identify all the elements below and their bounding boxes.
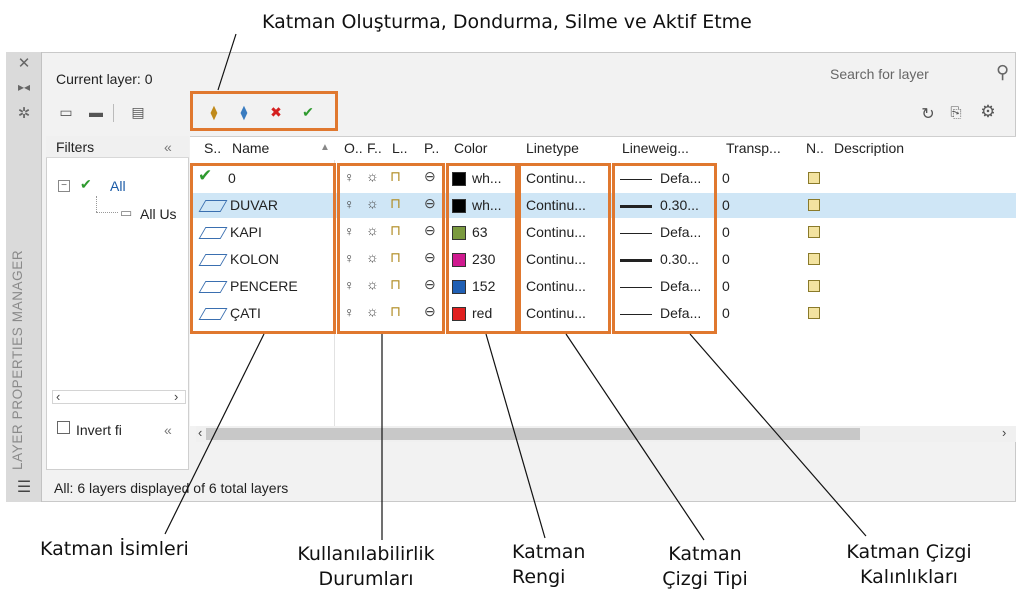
annotation-names: Katman İsimleri [40,538,189,560]
vp-freeze-icon[interactable] [808,199,820,211]
collapse-filters-icon[interactable]: « [164,422,172,438]
transparency[interactable]: 0 [722,305,730,321]
col-description[interactable]: Description [834,140,904,156]
search-input[interactable]: Search for layer [830,66,929,82]
annotation-availability-line2: Durumları [318,567,414,590]
annotation-color-line1: Katman [512,541,586,563]
annotation-lineweight: Katman Çizgi Kalınlıkları [824,540,994,589]
annotation-lineweight-line2: Kalınlıkları [860,565,958,588]
tree-connector-h [96,212,118,214]
palette-title: LAYER PROPERTIES MANAGER [10,249,25,470]
col-lineweight[interactable]: Lineweig... [622,140,689,156]
scrollbar-thumb[interactable] [206,428,860,440]
scroll-right-icon[interactable]: › [1002,425,1006,440]
filters-label: Filters [56,139,95,155]
annotation-availability: Kullanılabilirlik Durumları [266,542,466,591]
refresh-icon[interactable]: ↻ [918,104,938,124]
annotation-linetype-line2: Çizgi Tipi [662,567,748,590]
annotation-linetype-line1: Katman [668,543,742,565]
annotation-lineweight-line1: Katman Çizgi [846,541,972,563]
tree-item-all[interactable]: All [110,178,126,194]
layer-states-manager-icon[interactable]: ▤ [128,104,148,121]
col-freeze[interactable]: F.. [367,140,382,156]
col-on[interactable]: O.. [344,140,363,156]
filters-scrollbar[interactable] [52,390,186,404]
col-name[interactable]: Name [232,140,269,156]
highlight-names [190,163,336,334]
layers-icon: ☰ [16,479,32,496]
col-status[interactable]: S.. [204,140,221,156]
new-group-filter-icon[interactable]: ▬ [86,104,106,120]
highlight-layer-actions [190,91,338,131]
annotation-color-line2: Rengi [512,565,566,588]
col-color[interactable]: Color [454,140,487,156]
tree-connector [96,196,98,212]
current-layer-label: Current layer: 0 [56,71,153,87]
col-linetype[interactable]: Linetype [526,140,579,156]
annotation-linetype: Katman Çizgi Tipi [650,542,760,591]
col-lock[interactable]: L.. [392,140,408,156]
settings-dialog-icon[interactable]: ⎘ [946,104,966,121]
search-icon[interactable]: ⚲ [996,62,1009,83]
vp-freeze-icon[interactable] [808,226,820,238]
highlight-availability [337,163,445,334]
scroll-left-icon[interactable]: ‹ [56,389,60,404]
transparency[interactable]: 0 [722,278,730,294]
status-text: All: 6 layers displayed of 6 total layer… [54,480,289,496]
transparency[interactable]: 0 [722,170,730,186]
col-transparency[interactable]: Transp... [726,140,781,156]
annotation-availability-line1: Kullanılabilirlik [297,543,435,565]
toolbar-separator [113,104,114,122]
collapse-icon[interactable]: « [164,139,172,155]
vp-freeze-icon[interactable] [808,280,820,292]
col-plot[interactable]: P.. [424,140,439,156]
transparency[interactable]: 0 [722,224,730,240]
invert-filter-label: Invert fi [76,422,122,438]
highlight-lineweight [612,163,717,334]
vp-freeze-icon[interactable] [808,307,820,319]
col-new-vp-freeze[interactable]: N.. [806,140,824,156]
scroll-right-icon[interactable]: › [174,389,178,404]
properties-icon[interactable]: ✲ [14,104,34,122]
gear-icon[interactable]: ⚙ [978,102,998,122]
vp-freeze-icon[interactable] [808,172,820,184]
transparency[interactable]: 0 [722,251,730,267]
vp-freeze-icon[interactable] [808,253,820,265]
invert-filter-checkbox[interactable] [57,421,70,434]
scroll-left-icon[interactable]: ‹ [198,425,202,440]
new-property-filter-icon[interactable]: ▭ [56,104,76,121]
highlight-color [446,163,518,334]
autohide-icon[interactable]: ▸◂ [14,80,34,94]
highlight-linetype [518,163,611,334]
all-filter-icon: ✔ [80,176,92,192]
tree-expander[interactable]: − [58,180,70,192]
close-icon[interactable]: ✕ [14,54,34,72]
used-layers-filter-icon: ▭ [120,205,133,220]
annotation-color: Katman Rengi [512,540,585,589]
tree-item-all-used[interactable]: All Us [140,206,177,222]
transparency[interactable]: 0 [722,197,730,213]
sort-arrow-icon: ▲ [320,142,330,153]
annotation-top: Katman Oluşturma, Dondurma, Silme ve Akt… [262,11,752,33]
